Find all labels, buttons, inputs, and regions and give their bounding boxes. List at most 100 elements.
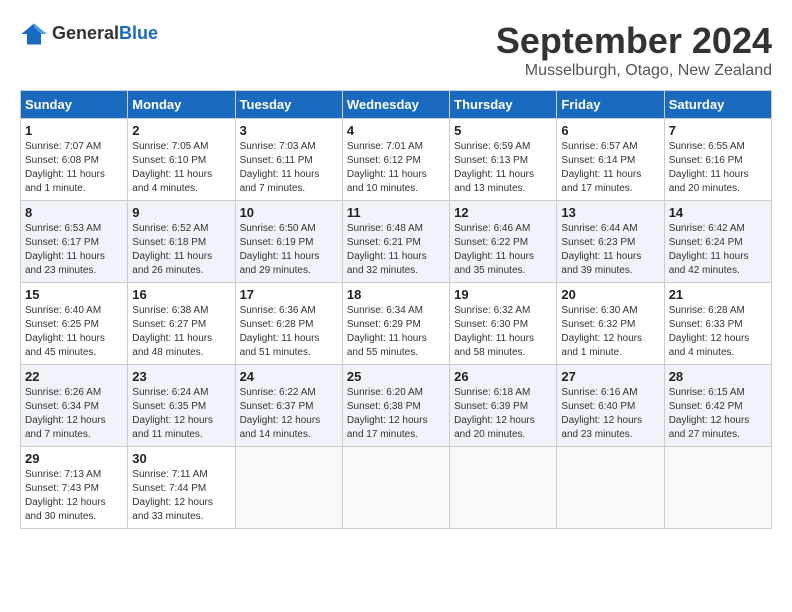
day-info: Sunrise: 6:55 AMSunset: 6:16 PMDaylight:…: [669, 140, 767, 196]
calendar-cell: 2Sunrise: 7:05 AMSunset: 6:10 PMDaylight…: [128, 119, 235, 201]
calendar-cell: 10 Sunrise: 6:50 AMSunset: 6:19 PMDayligh…: [235, 201, 342, 283]
day-number: 29: [25, 451, 123, 466]
day-number: 13: [561, 205, 659, 220]
logo-general-text: General: [52, 23, 119, 43]
day-info: Sunrise: 7:11 AMSunset: 7:44 PMDaylight:…: [132, 468, 230, 524]
day-info: Sunrise: 6:24 AMSunset: 6:35 PMDaylight:…: [132, 386, 230, 442]
calendar-cell: [450, 447, 557, 529]
calendar-header-thursday: Thursday: [450, 91, 557, 119]
calendar-cell: 18 Sunrise: 6:34 AMSunset: 6:29 PMDayligh…: [342, 283, 449, 365]
calendar-cell: 7 Sunrise: 6:55 AMSunset: 6:16 PMDaylight…: [664, 119, 771, 201]
calendar-cell: 27 Sunrise: 6:16 AMSunset: 6:40 PMDayligh…: [557, 365, 664, 447]
day-number: 12: [454, 205, 552, 220]
day-number: 25: [347, 369, 445, 384]
day-number: 5: [454, 123, 552, 138]
day-number: 1: [25, 123, 123, 138]
day-info: Sunrise: 6:50 AMSunset: 6:19 PMDaylight:…: [240, 222, 338, 278]
calendar-week-row: 29 Sunrise: 7:13 AMSunset: 7:43 PMDayligh…: [21, 447, 772, 529]
day-number: 21: [669, 287, 767, 302]
day-info: Sunrise: 6:30 AMSunset: 6:32 PMDaylight:…: [561, 304, 659, 360]
calendar-cell: [235, 447, 342, 529]
day-info: Sunrise: 6:44 AMSunset: 6:23 PMDaylight:…: [561, 222, 659, 278]
logo: GeneralBlue: [20, 20, 158, 48]
month-title: September 2024: [496, 20, 772, 62]
calendar-cell: 26 Sunrise: 6:18 AMSunset: 6:39 PMDayligh…: [450, 365, 557, 447]
page-header: GeneralBlue September 2024 Musselburgh, …: [20, 20, 772, 80]
day-number: 7: [669, 123, 767, 138]
calendar-cell: 16Sunrise: 6:38 AMSunset: 6:27 PMDayligh…: [128, 283, 235, 365]
calendar-week-row: 22 Sunrise: 6:26 AMSunset: 6:34 PMDayligh…: [21, 365, 772, 447]
day-number: 3: [240, 123, 338, 138]
calendar-cell: 3Sunrise: 7:03 AMSunset: 6:11 PMDaylight…: [235, 119, 342, 201]
calendar-cell: 13 Sunrise: 6:44 AMSunset: 6:23 PMDayligh…: [557, 201, 664, 283]
day-info: Sunrise: 6:16 AMSunset: 6:40 PMDaylight:…: [561, 386, 659, 442]
day-number: 19: [454, 287, 552, 302]
day-info: Sunrise: 6:18 AMSunset: 6:39 PMDaylight:…: [454, 386, 552, 442]
day-info: Sunrise: 6:36 AMSunset: 6:28 PMDaylight:…: [240, 304, 338, 360]
day-info: Sunrise: 6:57 AMSunset: 6:14 PMDaylight:…: [561, 140, 659, 196]
day-number: 27: [561, 369, 659, 384]
day-info: Sunrise: 6:15 AMSunset: 6:42 PMDaylight:…: [669, 386, 767, 442]
calendar-cell: [342, 447, 449, 529]
day-number: 10: [240, 205, 338, 220]
day-number: 9: [132, 205, 230, 220]
calendar-cell: 23 Sunrise: 6:24 AMSunset: 6:35 PMDayligh…: [128, 365, 235, 447]
calendar-week-row: 15 Sunrise: 6:40 AMSunset: 6:25 PMDayligh…: [21, 283, 772, 365]
calendar-table: SundayMondayTuesdayWednesdayThursdayFrid…: [20, 90, 772, 529]
day-number: 14: [669, 205, 767, 220]
day-info: Sunrise: 6:42 AMSunset: 6:24 PMDaylight:…: [669, 222, 767, 278]
day-info: Sunrise: 6:59 AMSunset: 6:13 PMDaylight:…: [454, 140, 552, 196]
logo-blue-text: Blue: [119, 23, 158, 43]
calendar-header-row: SundayMondayTuesdayWednesdayThursdayFrid…: [21, 91, 772, 119]
calendar-cell: 22 Sunrise: 6:26 AMSunset: 6:34 PMDayligh…: [21, 365, 128, 447]
day-number: 24: [240, 369, 338, 384]
day-info: Sunrise: 6:20 AMSunset: 6:38 PMDaylight:…: [347, 386, 445, 442]
calendar-cell: 5 Sunrise: 6:59 AMSunset: 6:13 PMDaylight…: [450, 119, 557, 201]
calendar-cell: 4 Sunrise: 7:01 AMSunset: 6:12 PMDaylight…: [342, 119, 449, 201]
day-info: Sunrise: 6:32 AMSunset: 6:30 PMDaylight:…: [454, 304, 552, 360]
day-info: Sunrise: 6:48 AMSunset: 6:21 PMDaylight:…: [347, 222, 445, 278]
calendar-cell: 9Sunrise: 6:52 AMSunset: 6:18 PMDaylight…: [128, 201, 235, 283]
day-number: 26: [454, 369, 552, 384]
calendar-header-monday: Monday: [128, 91, 235, 119]
day-info: Sunrise: 6:40 AMSunset: 6:25 PMDaylight:…: [25, 304, 123, 360]
day-number: 30: [132, 451, 230, 466]
calendar-header-wednesday: Wednesday: [342, 91, 449, 119]
logo-text: GeneralBlue: [52, 24, 158, 44]
calendar-cell: 25 Sunrise: 6:20 AMSunset: 6:38 PMDayligh…: [342, 365, 449, 447]
day-info: Sunrise: 6:22 AMSunset: 6:37 PMDaylight:…: [240, 386, 338, 442]
calendar-cell: 6 Sunrise: 6:57 AMSunset: 6:14 PMDaylight…: [557, 119, 664, 201]
day-info: Sunrise: 7:05 AMSunset: 6:10 PMDaylight:…: [132, 140, 230, 196]
day-number: 22: [25, 369, 123, 384]
day-number: 8: [25, 205, 123, 220]
day-info: Sunrise: 7:01 AMSunset: 6:12 PMDaylight:…: [347, 140, 445, 196]
calendar-cell: 1Sunrise: 7:07 AMSunset: 6:08 PMDaylight…: [21, 119, 128, 201]
calendar-header-sunday: Sunday: [21, 91, 128, 119]
day-number: 17: [240, 287, 338, 302]
calendar-cell: 15 Sunrise: 6:40 AMSunset: 6:25 PMDayligh…: [21, 283, 128, 365]
location-title: Musselburgh, Otago, New Zealand: [496, 62, 772, 80]
calendar-cell: 21 Sunrise: 6:28 AMSunset: 6:33 PMDayligh…: [664, 283, 771, 365]
day-number: 15: [25, 287, 123, 302]
day-info: Sunrise: 7:13 AMSunset: 7:43 PMDaylight:…: [25, 468, 123, 524]
calendar-cell: 20 Sunrise: 6:30 AMSunset: 6:32 PMDayligh…: [557, 283, 664, 365]
calendar-cell: 24 Sunrise: 6:22 AMSunset: 6:37 PMDayligh…: [235, 365, 342, 447]
calendar-cell: 8 Sunrise: 6:53 AMSunset: 6:17 PMDaylight…: [21, 201, 128, 283]
calendar-cell: 11Sunrise: 6:48 AMSunset: 6:21 PMDayligh…: [342, 201, 449, 283]
day-info: Sunrise: 6:53 AMSunset: 6:17 PMDaylight:…: [25, 222, 123, 278]
day-info: Sunrise: 6:28 AMSunset: 6:33 PMDaylight:…: [669, 304, 767, 360]
day-number: 6: [561, 123, 659, 138]
day-number: 4: [347, 123, 445, 138]
calendar-week-row: 8 Sunrise: 6:53 AMSunset: 6:17 PMDaylight…: [21, 201, 772, 283]
calendar-cell: [557, 447, 664, 529]
calendar-header-saturday: Saturday: [664, 91, 771, 119]
day-number: 23: [132, 369, 230, 384]
day-number: 18: [347, 287, 445, 302]
calendar-cell: [664, 447, 771, 529]
day-info: Sunrise: 6:26 AMSunset: 6:34 PMDaylight:…: [25, 386, 123, 442]
day-info: Sunrise: 6:46 AMSunset: 6:22 PMDaylight:…: [454, 222, 552, 278]
day-number: 20: [561, 287, 659, 302]
calendar-cell: 28Sunrise: 6:15 AMSunset: 6:42 PMDayligh…: [664, 365, 771, 447]
title-area: September 2024 Musselburgh, Otago, New Z…: [496, 20, 772, 80]
day-info: Sunrise: 6:34 AMSunset: 6:29 PMDaylight:…: [347, 304, 445, 360]
